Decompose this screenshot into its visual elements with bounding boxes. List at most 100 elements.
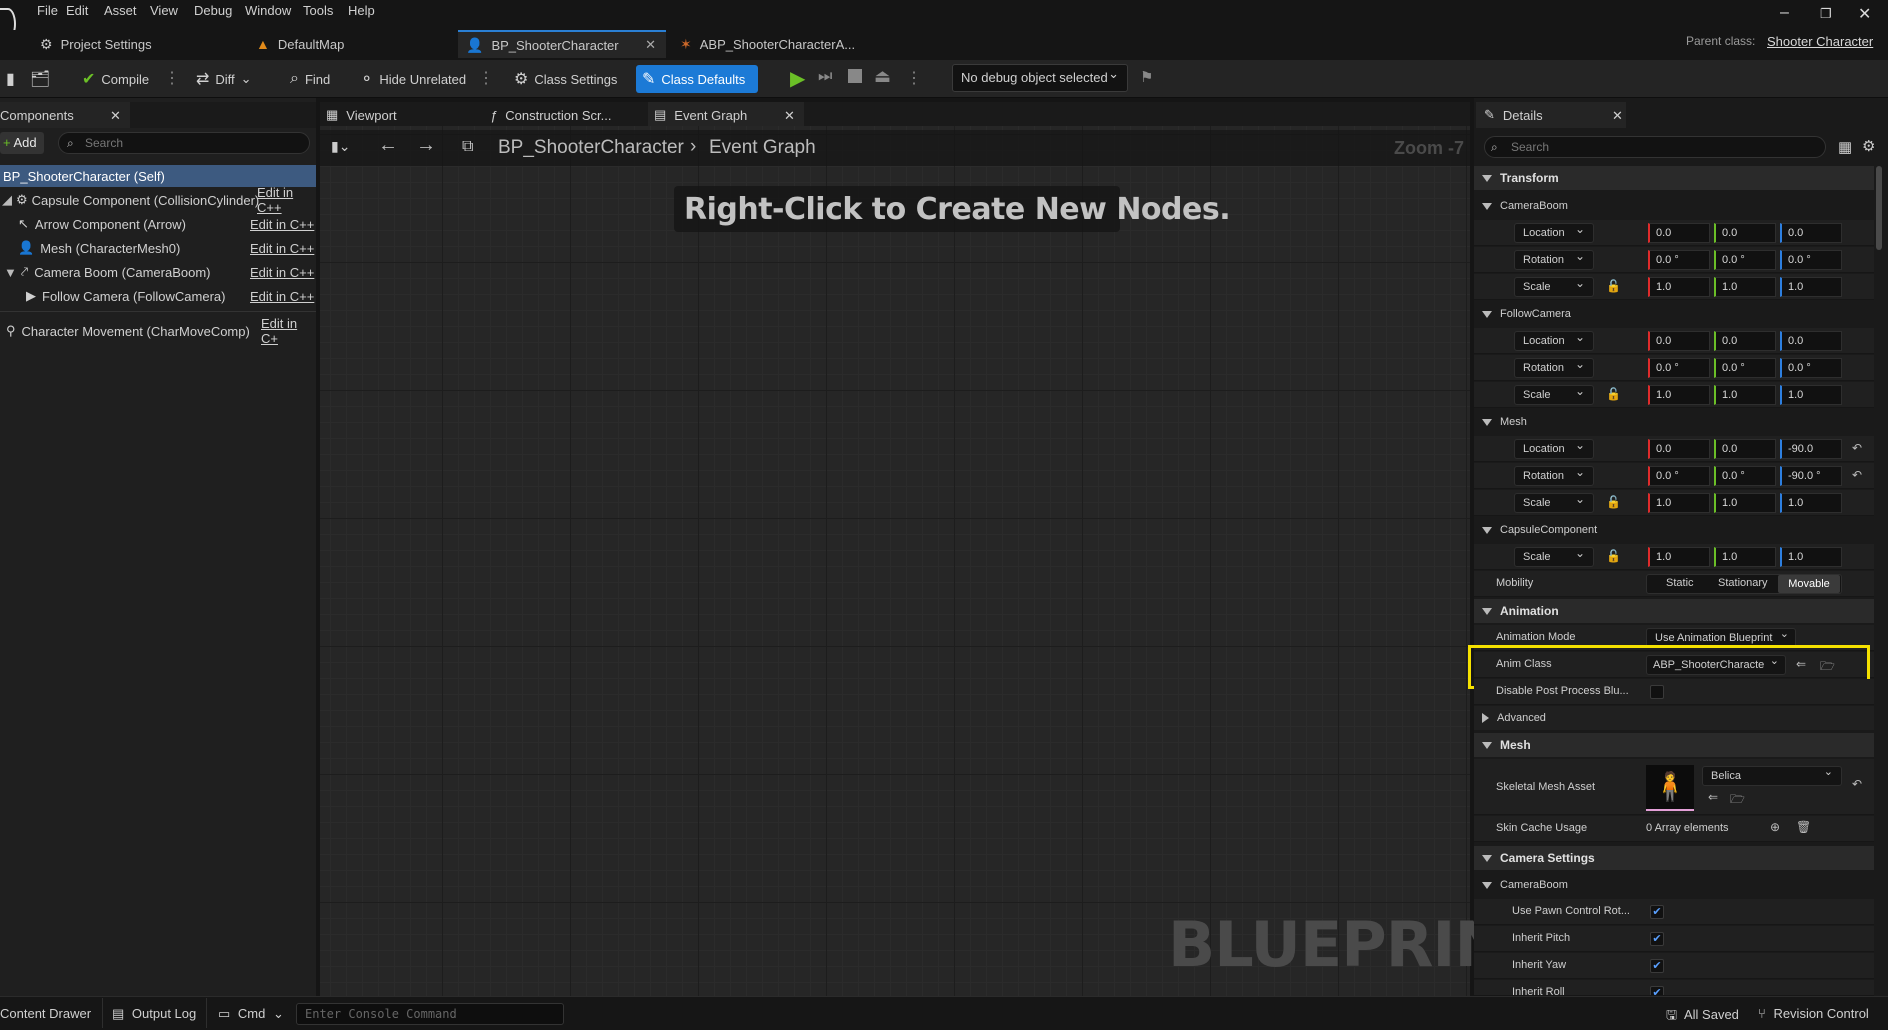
- reset-to-default-icon[interactable]: ↶: [1852, 777, 1862, 791]
- close-tab-icon[interactable]: ✕: [645, 37, 656, 53]
- tab-project-settings[interactable]: ⚙ Project Settings: [32, 30, 242, 58]
- forward-arrow-icon[interactable]: →: [416, 134, 436, 157]
- scale-z[interactable]: 1.0: [1780, 385, 1842, 405]
- scale-y[interactable]: 1.0: [1714, 277, 1776, 297]
- rotation-dropdown[interactable]: Rotation: [1514, 247, 1594, 270]
- edit-in-cpp-link[interactable]: Edit in C+: [261, 316, 316, 346]
- location-y[interactable]: 0.0: [1714, 331, 1776, 351]
- back-arrow-icon[interactable]: ←: [378, 134, 398, 157]
- menu-file[interactable]: File: [37, 3, 58, 18]
- mobility-movable[interactable]: Movable: [1778, 575, 1840, 593]
- table-view-icon[interactable]: ▦: [1838, 138, 1852, 156]
- scale-dropdown[interactable]: Scale: [1514, 544, 1594, 567]
- mesh-thumbnail-icon[interactable]: 🧍: [1646, 765, 1694, 811]
- stop-icon[interactable]: [848, 69, 862, 83]
- cmd-dropdown[interactable]: ▭ Cmd ⌄: [218, 1006, 284, 1022]
- lock-icon[interactable]: 🔓: [1606, 279, 1621, 293]
- browse-icon[interactable]: 🗂: [24, 66, 62, 92]
- scale-y[interactable]: 1.0: [1714, 493, 1776, 513]
- scale-x[interactable]: 1.0: [1648, 277, 1710, 297]
- scale-x[interactable]: 1.0: [1648, 493, 1710, 513]
- content-drawer-button[interactable]: Content Drawer: [0, 1006, 91, 1021]
- add-component-button[interactable]: + Add: [0, 132, 44, 154]
- location-dropdown[interactable]: Location: [1514, 436, 1594, 459]
- close-panel-icon[interactable]: ✕: [1612, 108, 1623, 124]
- component-arrow[interactable]: ↖ Arrow Component (Arrow) Edit in C++: [0, 213, 316, 235]
- rotation-y[interactable]: 0.0 °: [1714, 466, 1776, 486]
- details-search-input[interactable]: ⌕ Search: [1484, 136, 1826, 158]
- reset-to-default-icon[interactable]: ↶: [1852, 441, 1862, 455]
- revision-control-button[interactable]: ⑂ Revision Control: [1758, 1006, 1869, 1021]
- tab-default-map[interactable]: ▲ DefaultMap: [248, 30, 458, 58]
- parent-class-link[interactable]: Shooter Character: [1767, 34, 1873, 49]
- rotation-y[interactable]: 0.0 °: [1714, 250, 1776, 270]
- scale-y[interactable]: 1.0: [1714, 385, 1776, 405]
- component-mesh[interactable]: 👤 Mesh (CharacterMesh0) Edit in C++: [0, 237, 316, 259]
- lock-icon[interactable]: 🔓: [1606, 387, 1621, 401]
- location-y[interactable]: 0.0: [1714, 439, 1776, 459]
- location-z[interactable]: 0.0: [1780, 223, 1842, 243]
- play-options-icon[interactable]: ⋮: [906, 68, 922, 88]
- browse-asset-icon[interactable]: 🗁: [1730, 790, 1745, 811]
- scale-y[interactable]: 1.0: [1714, 547, 1776, 567]
- details-scrollbar[interactable]: [1876, 166, 1882, 250]
- bookmark-icon[interactable]: ▮⌄: [331, 138, 350, 155]
- breadcrumb-root[interactable]: BP_ShooterCharacter: [498, 137, 684, 159]
- rotation-z[interactable]: -90.0 °: [1780, 466, 1842, 486]
- scale-x[interactable]: 1.0: [1648, 385, 1710, 405]
- component-camera-boom[interactable]: ▼ ⤤ Camera Boom (CameraBoom) Edit in C++: [0, 261, 316, 283]
- subsection-advanced[interactable]: Advanced: [1474, 706, 1874, 730]
- menu-asset[interactable]: Asset: [104, 3, 137, 18]
- subsection-capsule[interactable]: CapsuleComponent: [1474, 518, 1874, 542]
- collapse-arrow-icon[interactable]: ▼: [4, 265, 17, 280]
- mobility-static[interactable]: Static: [1666, 577, 1694, 589]
- menu-debug[interactable]: Debug: [194, 3, 232, 18]
- component-self[interactable]: BP_ShooterCharacter (Self): [0, 165, 316, 187]
- more-options-icon[interactable]: ⋮: [478, 68, 494, 88]
- edit-in-cpp-link[interactable]: Edit in C++: [257, 185, 316, 215]
- minimize-icon[interactable]: –: [1780, 4, 1789, 22]
- use-selected-asset-icon[interactable]: ⇐: [1708, 790, 1718, 804]
- section-transform[interactable]: Transform: [1474, 166, 1874, 190]
- mobility-stationary[interactable]: Stationary: [1718, 577, 1774, 589]
- rotation-x[interactable]: 0.0 °: [1648, 466, 1710, 486]
- tab-bp-shooter-character[interactable]: 👤 BP_ShooterCharacter ✕: [458, 30, 666, 58]
- edit-in-cpp-link[interactable]: Edit in C++: [250, 241, 314, 256]
- inherit-yaw-checkbox[interactable]: ✔: [1650, 959, 1664, 973]
- skeletal-mesh-dropdown[interactable]: Belica ⌄: [1702, 766, 1842, 786]
- inherit-pitch-checkbox[interactable]: ✔: [1650, 932, 1664, 946]
- close-window-icon[interactable]: ✕: [1858, 4, 1871, 24]
- disable-post-process-checkbox[interactable]: [1650, 685, 1664, 699]
- reset-to-default-icon[interactable]: ↶: [1852, 468, 1862, 482]
- component-character-movement[interactable]: ⚲ Character Movement (CharMoveComp) Edit…: [0, 316, 316, 346]
- tab-construction-script[interactable]: ƒ Construction Scr...: [490, 102, 645, 128]
- step-icon[interactable]: ⏭: [818, 68, 832, 86]
- scale-dropdown[interactable]: Scale: [1514, 274, 1594, 297]
- scale-x[interactable]: 1.0: [1648, 547, 1710, 567]
- scale-dropdown[interactable]: Scale: [1514, 382, 1594, 405]
- find-button[interactable]: ⌕ Find: [284, 66, 336, 92]
- all-saved-button[interactable]: 🖫 All Saved: [1666, 1006, 1739, 1028]
- save-icon[interactable]: ▮: [0, 66, 27, 92]
- subsection-follow-camera[interactable]: FollowCamera: [1474, 302, 1874, 326]
- lock-icon[interactable]: 🔓: [1606, 549, 1621, 563]
- subsection-camera-boom-settings[interactable]: CameraBoom: [1474, 873, 1874, 897]
- edit-in-cpp-link[interactable]: Edit in C++: [250, 289, 314, 304]
- edit-in-cpp-link[interactable]: Edit in C++: [250, 217, 314, 232]
- location-x[interactable]: 0.0: [1648, 331, 1710, 351]
- component-follow-camera[interactable]: ▶ Follow Camera (FollowCamera) Edit in C…: [0, 285, 316, 307]
- rotation-dropdown[interactable]: Rotation: [1514, 355, 1594, 378]
- location-x[interactable]: 0.0: [1648, 223, 1710, 243]
- section-mesh[interactable]: Mesh: [1474, 733, 1874, 757]
- eject-icon[interactable]: ⏏: [874, 66, 891, 87]
- output-log-button[interactable]: ▤ Output Log: [112, 1006, 196, 1022]
- location-z[interactable]: -90.0: [1780, 439, 1842, 459]
- components-search-input[interactable]: ⌕ Search: [58, 132, 310, 154]
- menu-window[interactable]: Window: [245, 3, 291, 18]
- component-capsule[interactable]: ◢ ⚙ Capsule Component (CollisionCylinder…: [0, 185, 316, 215]
- edit-in-cpp-link[interactable]: Edit in C++: [250, 265, 314, 280]
- rotation-x[interactable]: 0.0 °: [1648, 250, 1710, 270]
- console-command-input[interactable]: Enter Console Command: [296, 1003, 564, 1025]
- subsection-camera-boom[interactable]: CameraBoom: [1474, 194, 1874, 218]
- event-graph-canvas[interactable]: [320, 126, 1470, 996]
